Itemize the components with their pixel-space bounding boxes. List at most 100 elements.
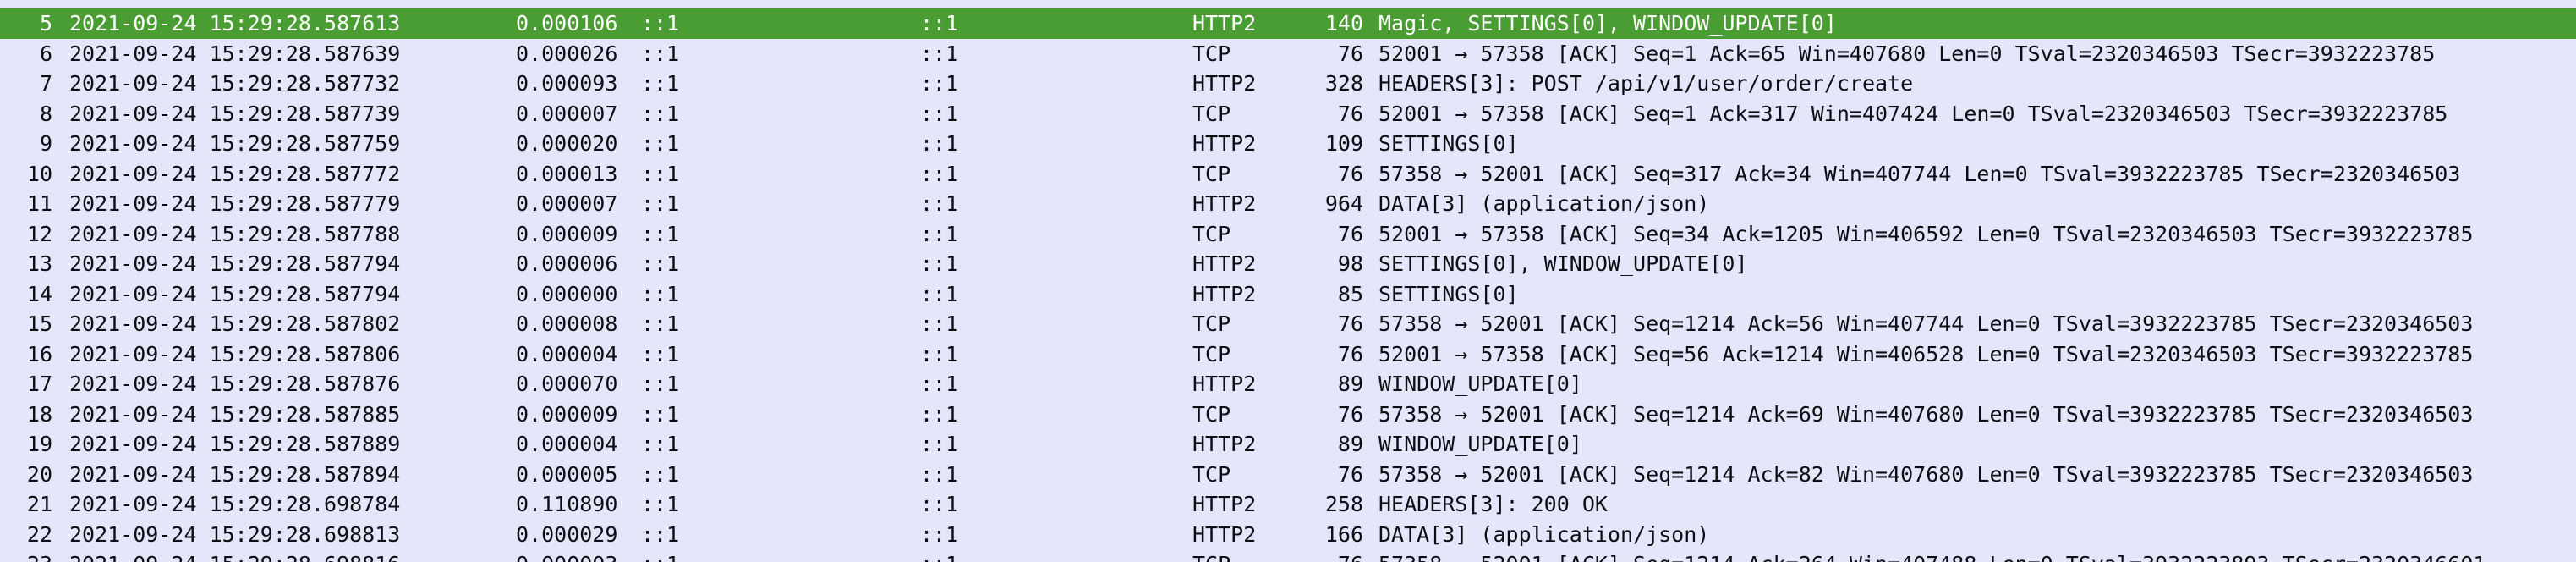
packet-row[interactable]: 7 2021-09-24 15:29:28.587732 0.000093::1::… xyxy=(0,69,2576,99)
packet-row[interactable]: 10 2021-09-24 15:29:28.587772 0.000013::1:… xyxy=(0,158,2576,189)
packet-row[interactable]: 17 2021-09-24 15:29:28.587876 0.000070::1:… xyxy=(0,369,2576,399)
packet-number: 6 xyxy=(39,41,52,66)
packet-destination: ::1 xyxy=(920,161,959,186)
packet-length: 76 xyxy=(1260,549,1363,562)
packet-source: ::1 xyxy=(641,492,680,516)
packet-delta-time: 0.000009 xyxy=(516,401,618,427)
packet-time: 2021-09-24 15:29:28.587885 xyxy=(69,401,401,427)
packet-number: 20 xyxy=(26,461,52,487)
packet-info: 57358 → 52001 [ACK] Seq=317 Ack=34 Win=4… xyxy=(1378,161,2461,186)
packet-list[interactable]: 5 2021-09-24 15:29:28.587613 0.000106::1::… xyxy=(0,0,2576,562)
packet-number: 11 xyxy=(26,191,52,216)
packet-source: ::1 xyxy=(641,101,680,126)
packet-length: 89 xyxy=(1337,432,1363,456)
packet-delta-time: 0.000007 xyxy=(516,101,618,126)
packet-destination xyxy=(920,0,1199,8)
packet-destination: ::1 xyxy=(920,311,959,336)
packet-time: 2021-09-24 15:29:28.587772 xyxy=(69,161,401,186)
packet-info: 52001 → 57358 [ACK] Seq=1 Ack=65 Win=407… xyxy=(1378,41,2436,66)
packet-length: 258 xyxy=(1324,492,1363,516)
packet-source: ::1 xyxy=(641,281,680,306)
packet-destination: ::1 xyxy=(920,131,959,156)
packet-info: HEADERS[3]: POST /api/v1/user/order/crea… xyxy=(1378,71,1914,96)
packet-row[interactable]: 11 2021-09-24 15:29:28.587779 0.000007::1:… xyxy=(0,189,2576,219)
packet-row[interactable]: 19 2021-09-24 15:29:28.587889 0.000004::1:… xyxy=(0,429,2576,460)
packet-row[interactable]: 20 2021-09-24 15:29:28.587894 0.000005::1:… xyxy=(0,459,2576,489)
packet-info: 57358 → 52001 [ACK] Seq=1214 Ack=264 Win… xyxy=(1378,549,2576,562)
packet-row[interactable]: 21 2021-09-24 15:29:28.698784 0.110890::1:… xyxy=(0,489,2576,520)
packet-number: 5 xyxy=(39,11,52,36)
packet-time: 2021-09-24 15:29:28.698784 xyxy=(69,492,401,516)
packet-length: 109 xyxy=(1324,131,1363,156)
packet-row[interactable]: 8 2021-09-24 15:29:28.587739 0.000007::1::… xyxy=(0,98,2576,129)
packet-source xyxy=(641,0,920,8)
packet-row[interactable]: 23 2021-09-24 15:29:28.698816 0.000003::1:… xyxy=(0,549,2576,562)
packet-info: DATA[3] (application/json) xyxy=(1378,521,1710,547)
packet-row[interactable] xyxy=(0,0,2576,8)
packet-length: 76 xyxy=(1337,161,1363,186)
packet-info: 57358 → 52001 [ACK] Seq=1214 Ack=69 Win=… xyxy=(1378,401,2474,427)
packet-row[interactable]: 16 2021-09-24 15:29:28.587806 0.000004::1:… xyxy=(0,339,2576,369)
packet-length: 76 xyxy=(1337,401,1363,427)
packet-info: SETTINGS[0], WINDOW_UPDATE[0] xyxy=(1378,251,1748,276)
packet-delta-time: 0.000020 xyxy=(516,131,618,156)
packet-number: 12 xyxy=(26,221,52,246)
packet-row[interactable]: 12 2021-09-24 15:29:28.587788 0.000009::1:… xyxy=(0,218,2576,249)
packet-delta-time: 0.000029 xyxy=(516,521,618,547)
packet-length: 76 xyxy=(1337,41,1363,66)
packet-row[interactable]: 6 2021-09-24 15:29:28.587639 0.000026::1::… xyxy=(0,38,2576,69)
packet-row[interactable]: 22 2021-09-24 15:29:28.698813 0.000029::1:… xyxy=(0,519,2576,549)
packet-row[interactable]: 15 2021-09-24 15:29:28.587802 0.000008::1:… xyxy=(0,309,2576,339)
packet-time: 2021-09-24 15:29:28.587802 xyxy=(69,311,401,336)
packet-number: 21 xyxy=(26,492,52,516)
packet-destination: ::1 xyxy=(920,221,959,246)
packet-number: 19 xyxy=(26,432,52,456)
packet-info: 52001 → 57358 [ACK] Seq=1 Ack=317 Win=40… xyxy=(1378,101,2448,126)
packet-source: ::1 xyxy=(641,432,680,456)
packet-row[interactable]: 13 2021-09-24 15:29:28.587794 0.000006::1:… xyxy=(0,249,2576,279)
packet-time: 2021-09-24 15:29:28.587806 xyxy=(69,341,401,366)
packet-info: HEADERS[3]: 200 OK xyxy=(1378,492,1608,516)
packet-time: 2021-09-24 15:29:28.587759 xyxy=(69,131,401,156)
packet-source: ::1 xyxy=(641,131,680,156)
packet-time: 2021-09-24 15:29:28.587794 xyxy=(69,281,401,306)
packet-delta-time: 0.000000 xyxy=(516,281,618,306)
packet-source: ::1 xyxy=(641,341,680,366)
packet-source: ::1 xyxy=(641,11,680,36)
packet-source: ::1 xyxy=(641,71,680,96)
packet-length xyxy=(1260,0,1363,8)
packet-number: 22 xyxy=(26,521,52,547)
packet-number: 18 xyxy=(26,401,52,427)
packet-destination: ::1 xyxy=(920,461,959,487)
packet-row[interactable]: 14 2021-09-24 15:29:28.587794 0.000000::1:… xyxy=(0,278,2576,309)
packet-time: 2021-09-24 15:29:28.587639 xyxy=(69,41,401,66)
packet-destination: ::1 xyxy=(920,401,959,427)
packet-time: 2021-09-24 15:29:28.587889 xyxy=(69,432,401,456)
packet-row[interactable]: 5 2021-09-24 15:29:28.587613 0.000106::1::… xyxy=(0,8,2576,39)
packet-destination: ::1 xyxy=(920,432,959,456)
packet-row[interactable]: 9 2021-09-24 15:29:28.587759 0.000020::1::… xyxy=(0,129,2576,159)
packet-destination: ::1 xyxy=(920,191,959,216)
packet-row[interactable]: 18 2021-09-24 15:29:28.587885 0.000009::1:… xyxy=(0,399,2576,429)
packet-delta-time: 0.000008 xyxy=(516,311,618,336)
packet-number: 16 xyxy=(26,341,52,366)
packet-destination: ::1 xyxy=(920,41,959,66)
packet-number: 7 xyxy=(39,71,52,96)
packet-time: 2021-09-24 15:29:28.587779 xyxy=(69,191,401,216)
packet-source: ::1 xyxy=(641,311,680,336)
packet-length: 85 xyxy=(1337,281,1363,306)
packet-number: 13 xyxy=(26,251,52,276)
packet-source: ::1 xyxy=(641,549,920,562)
packet-delta-time: 0.000013 xyxy=(516,161,618,186)
packet-time: 2021-09-24 15:29:28.587794 xyxy=(69,251,401,276)
packet-delta-time: 0.000070 xyxy=(516,372,618,396)
packet-source: ::1 xyxy=(641,191,680,216)
packet-delta-time: 0.000004 xyxy=(516,341,618,366)
packet-delta-time: 0.110890 xyxy=(516,492,618,516)
packet-number: 9 xyxy=(39,131,52,156)
packet-source: ::1 xyxy=(641,161,680,186)
packet-info xyxy=(1378,0,2576,8)
packet-source: ::1 xyxy=(641,521,680,547)
packet-time: 2021-09-24 15:29:28.587739 xyxy=(69,101,401,126)
packet-number: 15 xyxy=(26,311,52,336)
